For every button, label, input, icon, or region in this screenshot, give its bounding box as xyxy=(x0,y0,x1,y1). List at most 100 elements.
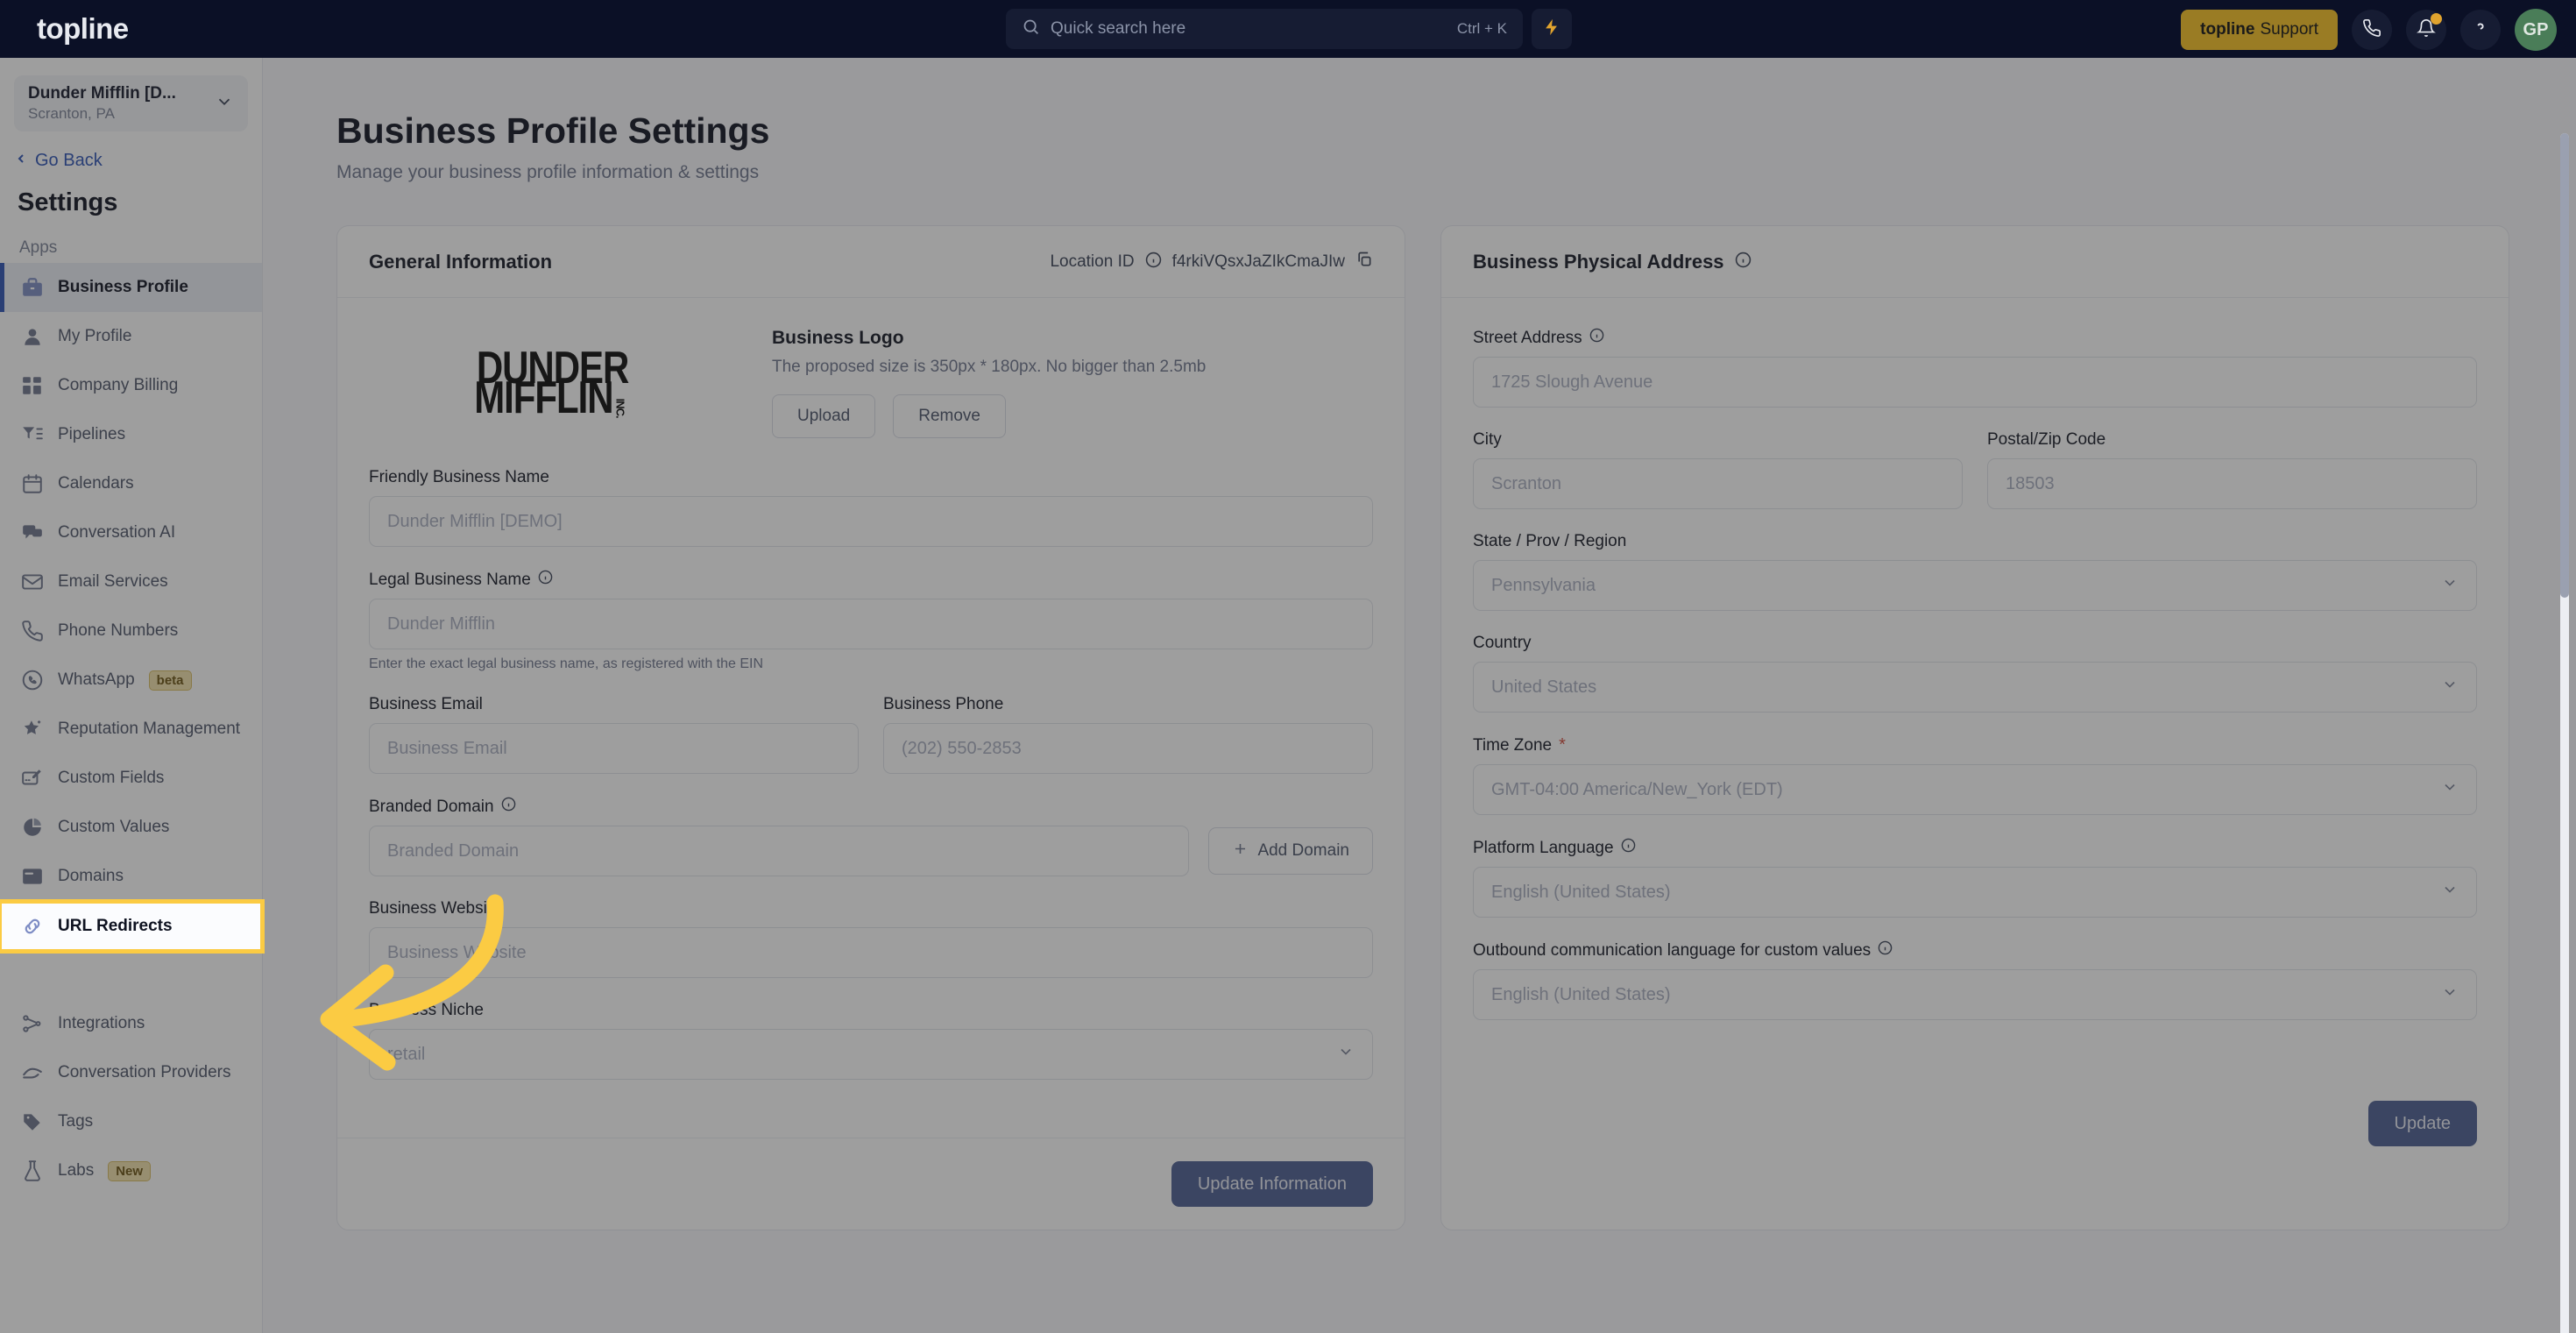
add-domain-button[interactable]: Add Domain xyxy=(1208,827,1373,875)
help-button[interactable] xyxy=(2460,10,2501,50)
sidebar-item-badge: New xyxy=(108,1160,152,1181)
sidebar-item-email-services[interactable]: Email Services xyxy=(0,557,262,606)
sidebar-item-url-redirects[interactable]: URL Redirects xyxy=(0,899,265,954)
logo-suffix: INC. xyxy=(613,398,627,418)
outbound-language-label: Outbound communication language for cust… xyxy=(1473,940,2477,961)
sidebar-item-company-billing[interactable]: Company Billing xyxy=(0,361,262,410)
sidebar-item-phone-numbers[interactable]: Phone Numbers xyxy=(0,606,262,656)
business-website-input[interactable]: Business Website xyxy=(369,927,1373,978)
vertical-scrollbar[interactable] xyxy=(2560,133,2569,1333)
go-back-link[interactable]: Go Back xyxy=(0,131,262,171)
city-input[interactable]: Scranton xyxy=(1473,458,1963,509)
platform-language-value: English (United States) xyxy=(1491,882,1671,902)
branded-domain-input[interactable]: Branded Domain xyxy=(369,826,1190,876)
support-label: Support xyxy=(2260,20,2318,39)
business-physical-address-card: Business Physical Address Street Address xyxy=(1440,225,2509,1230)
info-icon[interactable] xyxy=(501,797,516,817)
whatsapp-icon xyxy=(21,669,44,691)
business-niche-select[interactable]: retail xyxy=(369,1029,1373,1080)
friendly-business-name-input[interactable]: Dunder Mifflin [DEMO] xyxy=(369,496,1373,547)
chevron-down-icon xyxy=(2441,881,2459,904)
branded-domain-label: Branded Domain xyxy=(369,797,1373,817)
info-icon[interactable] xyxy=(1145,252,1162,273)
plus-icon xyxy=(1232,840,1249,862)
sidebar-item-label: My Profile xyxy=(58,327,132,345)
sidebar-item-conversation-providers[interactable]: Conversation Providers xyxy=(0,1048,262,1097)
sidebar-nav: Business Profile My Profile Company Billin… xyxy=(0,263,262,1195)
sidebar-item-my-profile[interactable]: My Profile xyxy=(0,312,262,361)
general-information-card: General Information Location ID f4rkiVQs… xyxy=(336,225,1405,1230)
business-email-input[interactable]: Business Email xyxy=(369,723,859,774)
quick-actions-button[interactable] xyxy=(1532,9,1572,49)
sidebar-item-labs[interactable]: Labs New xyxy=(0,1146,262,1195)
top-bar: topline Quick search here Ctrl + K topli… xyxy=(0,0,2576,58)
sidebar-item-label: Reputation Management xyxy=(58,720,241,738)
platform-language-select[interactable]: English (United States) xyxy=(1473,867,2477,918)
state-select[interactable]: Pennsylvania xyxy=(1473,560,2477,611)
info-icon[interactable] xyxy=(1589,328,1604,348)
sidebar-item-business-profile[interactable]: Business Profile xyxy=(0,263,262,312)
street-address-label-text: Street Address xyxy=(1473,328,1582,347)
location-switcher[interactable]: Dunder Mifflin [D... Scranton, PA xyxy=(14,75,248,131)
info-icon[interactable] xyxy=(1621,838,1636,858)
friendly-business-name-field: Friendly Business Name Dunder Mifflin [D… xyxy=(369,468,1373,547)
sidebar-group-apps: Apps xyxy=(19,238,58,257)
sidebar-item-label: Phone Numbers xyxy=(58,621,179,640)
notifications-button[interactable] xyxy=(2406,10,2446,50)
search-input[interactable]: Quick search here Ctrl + K xyxy=(1006,9,1523,49)
info-icon[interactable] xyxy=(1878,940,1893,961)
app-logo[interactable]: topline xyxy=(0,12,263,46)
browser-window-icon xyxy=(21,865,44,888)
timezone-select[interactable]: GMT-04:00 America/New_York (EDT) xyxy=(1473,764,2477,815)
postal-code-input[interactable]: 18503 xyxy=(1987,458,2477,509)
location-name: Dunder Mifflin [D... xyxy=(28,84,176,103)
location-id-value: f4rkiVQsxJaZIkCmaJIw xyxy=(1171,252,1345,271)
update-information-button[interactable]: Update Information xyxy=(1171,1161,1373,1207)
remove-logo-button[interactable]: Remove xyxy=(893,394,1006,438)
sidebar-item-whatsapp[interactable]: WhatsApp beta xyxy=(0,656,262,705)
legal-business-name-input[interactable]: Dunder Mifflin xyxy=(369,599,1373,649)
outbound-language-select[interactable]: English (United States) xyxy=(1473,969,2477,1020)
info-icon[interactable] xyxy=(538,570,553,590)
outbound-language-field: Outbound communication language for cust… xyxy=(1473,940,2477,1020)
sidebar-item-label: Labs xyxy=(58,1161,95,1180)
sidebar-item-integrations[interactable]: Integrations xyxy=(0,999,262,1048)
support-button[interactable]: topline Support xyxy=(2181,10,2338,50)
briefcase-icon xyxy=(21,276,44,299)
nodes-icon xyxy=(21,1012,44,1035)
business-email-label: Business Email xyxy=(369,695,483,713)
sidebar-item-label: Custom Fields xyxy=(58,769,165,787)
upload-logo-button[interactable]: Upload xyxy=(772,394,876,438)
chevron-down-icon xyxy=(215,92,234,116)
business-website-label: Business Website xyxy=(369,899,501,918)
sidebar-item-reputation-management[interactable]: Reputation Management xyxy=(0,705,262,754)
business-phone-input[interactable]: (202) 550-2853 xyxy=(883,723,1373,774)
sidebar-item-conversation-ai[interactable]: Conversation AI xyxy=(0,508,262,557)
copy-icon[interactable] xyxy=(1355,251,1373,273)
sidebar-item-pipelines[interactable]: Pipelines xyxy=(0,410,262,459)
avatar[interactable]: GP xyxy=(2515,9,2557,51)
location-sub: Scranton, PA xyxy=(28,105,115,122)
country-select[interactable]: United States xyxy=(1473,662,2477,713)
sidebar-item-tags[interactable]: Tags xyxy=(0,1097,262,1146)
sidebar-item-custom-fields[interactable]: Custom Fields xyxy=(0,754,262,803)
business-website-field: Business Website Business Website xyxy=(369,899,1373,978)
scrollbar-thumb[interactable] xyxy=(2560,133,2569,598)
star-sparkle-icon xyxy=(21,718,44,741)
handshake-icon xyxy=(21,1061,44,1084)
state-value: Pennsylvania xyxy=(1491,575,1596,595)
go-back-label: Go Back xyxy=(35,151,103,170)
legal-business-name-label-text: Legal Business Name xyxy=(369,570,531,589)
sidebar-item-calendars[interactable]: Calendars xyxy=(0,459,262,508)
page-title: Business Profile Settings xyxy=(336,110,770,151)
sidebar-item-domains[interactable]: Domains xyxy=(0,852,262,901)
phone-button[interactable] xyxy=(2352,10,2392,50)
street-address-input[interactable]: 1725 Slough Avenue xyxy=(1473,357,2477,408)
question-mark-icon xyxy=(2471,18,2490,42)
info-icon[interactable] xyxy=(1735,252,1752,273)
sidebar-item-custom-values[interactable]: Custom Values xyxy=(0,803,262,852)
update-button[interactable]: Update xyxy=(2367,1101,2477,1146)
chevron-down-icon xyxy=(2441,676,2459,698)
sidebar-item-label: Business Profile xyxy=(58,278,188,296)
logo-line-2: MIFFLIN xyxy=(473,372,613,423)
